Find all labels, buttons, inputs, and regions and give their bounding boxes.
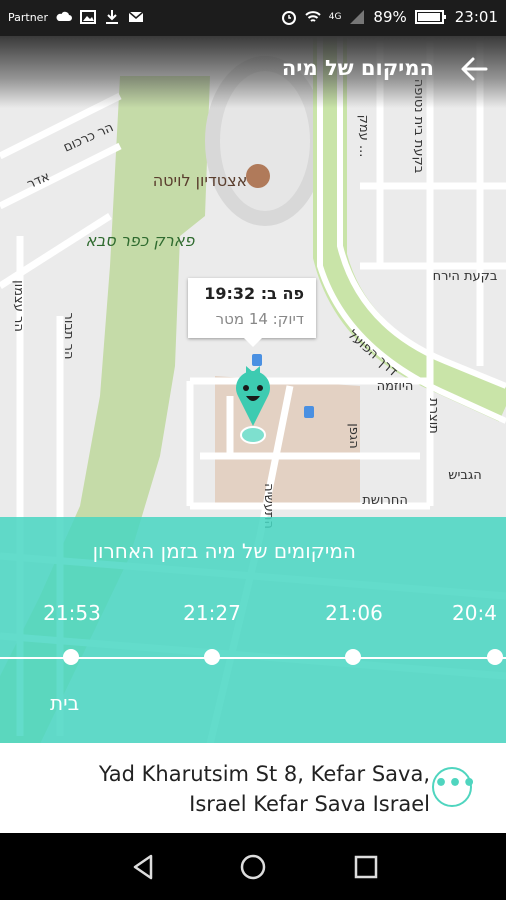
timeline-time-1: 21:53: [43, 601, 101, 625]
alarm-icon: [281, 11, 296, 25]
status-bar: Partner 4G 89% 23:01: [0, 0, 506, 36]
image-icon: [79, 10, 96, 24]
nav-back-icon[interactable]: [127, 851, 159, 883]
wifi-icon: [305, 11, 321, 22]
timeline-time-4: 20:4: [452, 601, 497, 625]
map-label-street12: הר עצמון: [11, 280, 26, 332]
callout-accuracy: דיוק: 14 מטר: [215, 310, 304, 328]
stadium-poi-icon: [246, 164, 270, 188]
app-bar: המיקום של מיה: [0, 36, 506, 108]
nav-recents-icon[interactable]: [350, 851, 382, 883]
download-icon: [105, 10, 118, 24]
carrier-label: Partner: [8, 10, 48, 24]
battery-percent: 89%: [373, 8, 407, 26]
location-callout[interactable]: פה ב: 19:32 דיוק: 14 מטר: [188, 278, 316, 347]
callout-time: פה ב: 19:32: [204, 284, 304, 303]
timeline-point-2[interactable]: [204, 649, 220, 665]
map-label-street8: הגפן: [346, 423, 361, 449]
map-label-street5: היוזמה: [377, 379, 414, 394]
map-label-street14: עמק ...: [356, 115, 371, 158]
nav-home-icon[interactable]: [237, 851, 269, 883]
map-label-stadium: אצטדיון לויטה: [153, 171, 248, 190]
map-label-street10: תוצרת: [426, 398, 441, 434]
battery-icon: [414, 10, 446, 24]
timeline-time-3: 21:06: [325, 601, 383, 625]
address-line-1: Yad Kharutsim St 8, Kefar Sava,: [98, 762, 430, 786]
bus-stop-icon: [304, 406, 314, 418]
timeline-point-1[interactable]: [63, 649, 79, 665]
address-line-2: Israel Kefar Sava Israel: [189, 792, 430, 816]
recent-locations-panel: המיקומים של מיה בזמן האחרון 21:53 21:27 …: [0, 517, 506, 743]
map-label-street11: הר תבור: [61, 313, 76, 360]
address-text: Yad Kharutsim St 8, Kefar Sava, Israel K…: [10, 759, 430, 819]
back-arrow-icon[interactable]: [458, 52, 492, 86]
map-label-street6: הגביש: [448, 468, 481, 483]
network-type: 4G: [328, 12, 342, 22]
map-label-park: פארק כפר סבא: [85, 231, 195, 250]
timeline-time-2: 21:27: [183, 601, 241, 625]
location-pin-icon[interactable]: [228, 360, 278, 445]
timeline-point-3[interactable]: [345, 649, 361, 665]
address-bar: Yad Kharutsim St 8, Kefar Sava, Israel K…: [0, 743, 506, 833]
timeline-point-4[interactable]: [487, 649, 503, 665]
page-title: המיקום של מיה: [281, 56, 434, 80]
cloud-icon: [56, 11, 72, 21]
panel-heading: המיקומים של מיה בזמן האחרון: [92, 539, 356, 563]
clock: 23:01: [454, 8, 498, 26]
system-nav-bar: [0, 833, 506, 900]
mail-icon: [128, 11, 144, 22]
signal-icon: [350, 10, 365, 24]
map-label-street7: החרושת: [362, 493, 408, 508]
map-label-street4: בקעת הירח: [433, 269, 498, 284]
home-label: בית: [50, 691, 80, 715]
more-options-button[interactable]: •••: [432, 767, 476, 807]
